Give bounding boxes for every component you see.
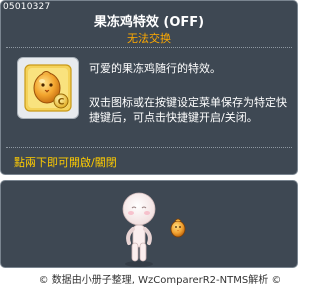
footer-credit: © 数据由小册子整理, WzComparerR2-NTMS解析 © [38,275,282,286]
character-avatar [122,192,156,267]
preview-canvas [122,192,186,267]
toggle-hint: 點兩下即可開啟/關閉 [14,156,117,169]
effect-preview-panel [0,180,298,268]
trade-status: 无法交换 [127,32,171,45]
jelly-chick-effect [170,218,186,238]
item-icon-frame[interactable]: C [17,57,79,119]
item-description-2: 双击图标或在按键设定菜单保存为特定快捷键后，可点击快捷键开启/关闭。 [89,96,287,124]
divider-top [6,47,292,48]
item-tooltip: 05010327 果冻鸡特效 (OFF) 无法交换 C 可爱的果冻鸡随行的特效。… [0,0,298,175]
item-description-1: 可爱的果冻鸡随行的特效。 [89,62,221,75]
item-name: 果冻鸡特效 (OFF) [93,15,205,30]
divider-bottom [6,147,292,148]
svg-text:C: C [58,98,65,108]
jelly-chick-icon: C [24,64,72,112]
